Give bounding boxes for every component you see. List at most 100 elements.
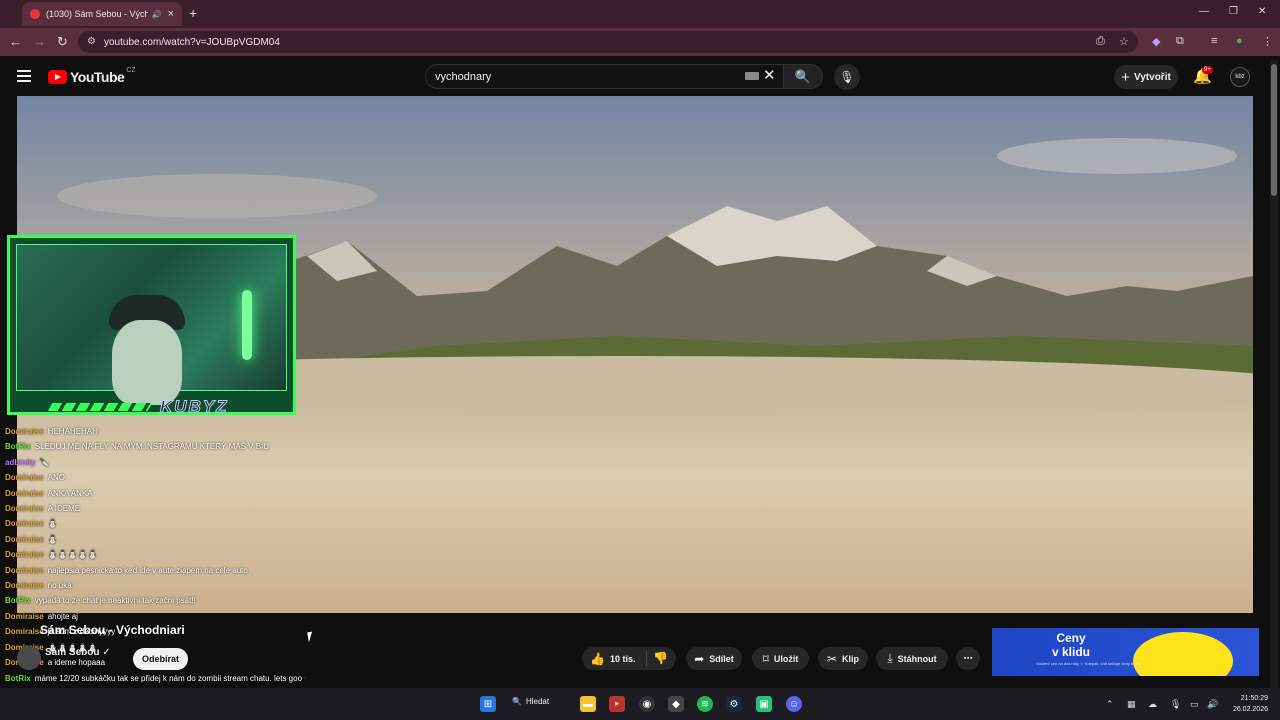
back-icon[interactable]: ← xyxy=(9,34,22,49)
close-tab-icon[interactable]: × xyxy=(168,8,174,20)
logo-text: YouTube xyxy=(70,69,125,85)
ad-headline: Ceny v klidu xyxy=(1052,631,1091,659)
taskbar-search-icon: 🔍 xyxy=(512,697,522,706)
chat-message: Domiraise ahojte aj xyxy=(5,609,305,624)
channel-avatar[interactable] xyxy=(17,646,41,670)
url-text: youtube.com/watch?v=JOUBpVGDM04 xyxy=(104,36,280,48)
chat-text: ahojte aj xyxy=(47,611,78,621)
menu-icon[interactable] xyxy=(17,70,31,82)
voice-search-button[interactable]: 🎙 xyxy=(834,64,860,90)
microphone-tray-icon[interactable]: 🎙 xyxy=(1170,699,1181,710)
ad-subtext: Snížení cen na dva roky ☆ Kdepak, Lidl s… xyxy=(1036,661,1142,666)
chat-text: ⛄ xyxy=(47,534,58,544)
browser-tabbar: (1030) Sám Sebou - Výcho 🔊 × + — ❐ ✕ xyxy=(0,0,1280,28)
thumbs-up-icon[interactable]: 👍 xyxy=(590,652,605,666)
network-icon[interactable]: ▭ xyxy=(1190,699,1199,710)
chat-text: ⛄⛄⛄⛄⛄ xyxy=(47,550,98,560)
clock-date: 26.02.2026 xyxy=(1232,706,1268,713)
verified-icon: ✓ xyxy=(102,647,111,658)
chat-message: adbinity 🔪 xyxy=(5,455,305,470)
subscribe-button[interactable]: Odebírat xyxy=(133,648,188,670)
address-bar[interactable]: ⚙ youtube.com/watch?v=JOUBpVGDM04 xyxy=(78,31,1138,53)
chat-app-icon[interactable]: ▣ xyxy=(756,696,772,712)
browser-tab[interactable]: (1030) Sám Sebou - Výcho 🔊 × xyxy=(22,2,182,26)
file-explorer-icon[interactable]: ▬ xyxy=(580,696,596,712)
system-clock[interactable]: 21:50:29 26.02.2026 xyxy=(1228,693,1268,715)
streamer-webcam-overlay: KUBYZ xyxy=(7,235,296,417)
download-button[interactable]: ⤓ Stáhnout xyxy=(876,647,948,670)
search-button[interactable]: 🔍 xyxy=(783,64,823,89)
more-actions-button[interactable]: ⋯ xyxy=(956,647,980,670)
thumbs-down-icon[interactable]: 👎 xyxy=(653,651,668,665)
bookmark-star-icon[interactable]: ☆ xyxy=(1119,35,1129,48)
steam-icon[interactable]: ⚙ xyxy=(726,696,742,712)
extension-icon[interactable]: ◆ xyxy=(1152,35,1160,48)
overlay-stripes xyxy=(47,403,153,411)
chat-username: BotRix xyxy=(5,673,31,683)
chat-message: Domiraise ANKA ANKA xyxy=(5,486,305,501)
bookmark-icon: ⌑ xyxy=(762,651,769,666)
tab-title: (1030) Sám Sebou - Výcho xyxy=(46,9,148,19)
chat-message: BotRix máme 12/20 subkáčku tak se přidej … xyxy=(5,671,305,686)
reload-icon[interactable]: ↻ xyxy=(57,34,68,50)
youtube-play-icon xyxy=(48,70,67,84)
chat-username: Domiraise xyxy=(5,488,44,498)
chat-text: a ideme hopaaa xyxy=(47,658,106,668)
clear-search-icon[interactable]: ✕ xyxy=(763,66,776,84)
chat-username: Domiraise xyxy=(5,550,44,560)
search-query: vychodnary xyxy=(435,70,492,83)
windows-start-icon[interactable]: ⊞ xyxy=(480,696,496,712)
new-tab-button[interactable]: + xyxy=(189,5,197,21)
microphone-icon: 🎙 xyxy=(839,70,855,84)
save-button[interactable]: ⌑ Uložit xyxy=(752,647,809,670)
chat-text: vypadá to ze chat je neaktivní tak začni… xyxy=(34,596,196,606)
discord-icon[interactable]: ☺ xyxy=(786,696,802,712)
onedrive-icon[interactable]: ☁ xyxy=(1148,699,1157,710)
close-window-button[interactable]: ✕ xyxy=(1258,6,1266,17)
clip-button[interactable]: ✂ Klip xyxy=(818,647,868,670)
media-app-icon[interactable]: ▶ xyxy=(609,696,625,712)
audio-icon[interactable]: 🔊 xyxy=(152,10,162,19)
chat-username: adbinity xyxy=(5,457,36,467)
app-icon[interactable]: ◆ xyxy=(668,696,684,712)
spotify-icon[interactable]: ≋ xyxy=(697,696,713,712)
taskbar-search[interactable]: 🔍 Hledat xyxy=(512,697,549,706)
country-code: CZ xyxy=(126,66,136,74)
like-count[interactable]: 10 tis. xyxy=(610,654,636,664)
chrome-menu-icon[interactable]: ⋮ xyxy=(1262,35,1273,48)
maximize-button[interactable]: ❐ xyxy=(1229,6,1238,17)
chat-username: Domiraise xyxy=(5,504,44,514)
chat-text: no uka xyxy=(47,581,72,591)
download-icon: ⤓ xyxy=(887,651,893,665)
chat-text: ANKA ANKA xyxy=(47,488,93,498)
chat-username: Domiraise xyxy=(5,611,44,621)
install-app-icon[interactable]: ⎙ xyxy=(1096,35,1105,48)
site-info-icon[interactable]: ⚙ xyxy=(87,36,96,47)
youtube-logo[interactable]: YouTube CZ xyxy=(48,66,136,85)
search-input[interactable]: vychodnary xyxy=(425,64,783,89)
ad-banner[interactable]: Ceny v klidu Snížení cen na dva roky ☆ K… xyxy=(992,628,1259,688)
ad-bottom-strip xyxy=(992,676,1259,688)
minimize-button[interactable]: — xyxy=(1199,6,1209,17)
share-button[interactable]: ➦ Sdílet xyxy=(686,647,742,670)
reading-list-icon[interactable]: ≡ xyxy=(1211,35,1217,47)
chat-text: SLEDUJ MĚ NA FLY NA MÝM INSTAGRAMU KTERÝ… xyxy=(34,442,270,452)
scrollbar-thumb[interactable] xyxy=(1271,64,1277,196)
tray-app-icon[interactable]: ▦ xyxy=(1127,699,1136,710)
chat-username: Domiraise xyxy=(5,581,44,591)
volume-icon[interactable]: 🔊 xyxy=(1207,699,1218,710)
profile-icon[interactable]: ● xyxy=(1236,35,1243,47)
account-avatar[interactable]: kbz xyxy=(1230,67,1250,87)
notifications-badge: 9+ xyxy=(1202,66,1213,74)
youtube-masthead: YouTube CZ vychodnary xyxy=(0,56,1280,96)
chat-username: Domiraise xyxy=(5,627,44,637)
channel-name[interactable]: Sám Sebou ✓ xyxy=(45,647,111,658)
streamer-face xyxy=(112,320,182,405)
tray-chevron-icon[interactable]: ⌃ xyxy=(1106,699,1114,710)
forward-icon[interactable]: → xyxy=(33,34,46,49)
chrome-taskbar-icon[interactable]: ◉ xyxy=(639,696,655,712)
chat-message: Domiraise no uka xyxy=(5,578,305,593)
keyboard-icon[interactable] xyxy=(745,72,759,80)
extensions-puzzle-icon[interactable]: ⧉ xyxy=(1176,35,1184,48)
create-button[interactable]: + Vytvořit xyxy=(1114,65,1178,89)
